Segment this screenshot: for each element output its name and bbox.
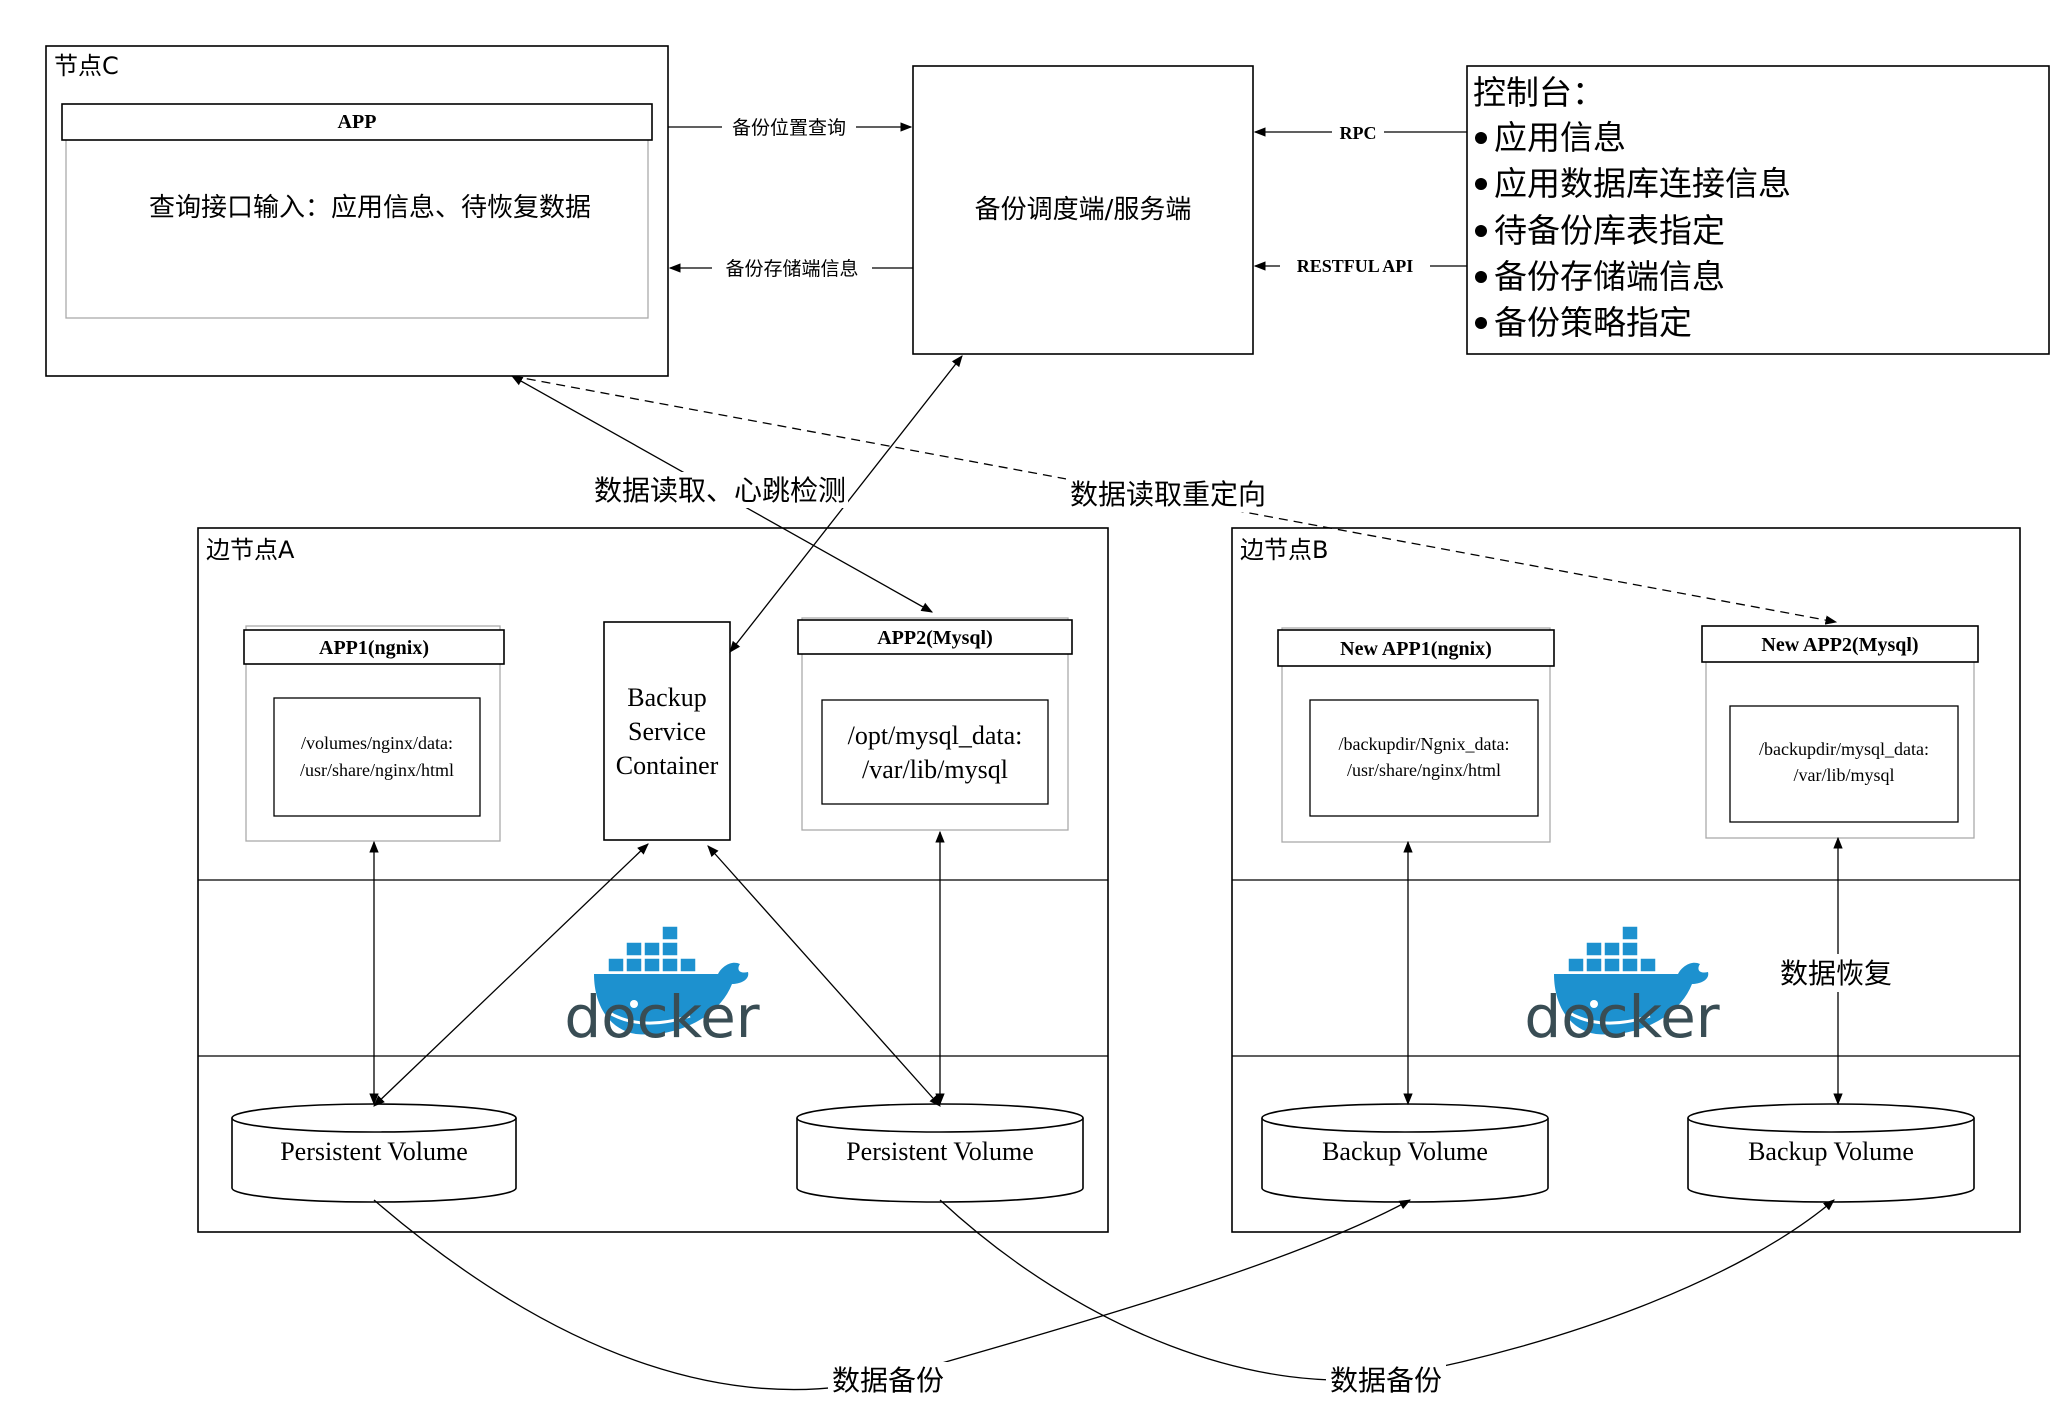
- edge-label-read-redirect: 数据读取重定向: [1070, 478, 1266, 511]
- new-app2-mount-box: [1729, 705, 1959, 823]
- new-app2-header-label: New APP2(Mysql): [1761, 634, 1918, 656]
- node-c-app-header-label: APP: [338, 111, 377, 133]
- edge-label-read-heartbeat: 数据读取、心跳检测: [594, 474, 846, 507]
- volume-cylinder: Backup Volume: [1261, 1103, 1549, 1203]
- console-item: 备份策略指定: [1494, 303, 1692, 342]
- app1-header-label: APP1(ngnix): [319, 637, 429, 659]
- backup-container-line2: Service: [628, 717, 706, 746]
- app2-mount-line2: /var/lib/mysql: [862, 755, 1008, 784]
- edge-label-restful: RESTFUL API: [1297, 256, 1414, 276]
- edge-node-b: 边节点B New APP1(ngnix) /backupdir/Ngnix_da…: [1231, 527, 2021, 1233]
- architecture-diagram: 节点C APP 查询接口输入：应用信息、待恢复数据 备份调度端/服务端 控制台：…: [45, 45, 2050, 1400]
- new-app1-mount-box: [1309, 699, 1539, 817]
- volume-a-left-label: Persistent Volume: [280, 1137, 468, 1166]
- new-app1-mount-line1: /backupdir/Ngnix_data:: [1339, 734, 1510, 754]
- edge-label-data-backup-1: 数据备份: [832, 1364, 944, 1397]
- bullet-icon: [1475, 317, 1487, 329]
- volume-cylinder: Backup Volume: [1687, 1103, 1975, 1203]
- app2-header-label: APP2(Mysql): [877, 627, 993, 649]
- node-c-app-body: 查询接口输入：应用信息、待恢复数据: [149, 193, 591, 223]
- app2-mount-box: [821, 699, 1049, 805]
- volume-cylinder: Persistent Volume: [796, 1103, 1084, 1203]
- node-c: 节点C APP 查询接口输入：应用信息、待恢复数据: [45, 45, 669, 377]
- edge-label-data-restore: 数据恢复: [1780, 957, 1892, 990]
- docker-wordmark: docker: [1524, 983, 1719, 1051]
- console-item: 待备份库表指定: [1494, 211, 1725, 250]
- console-title: 控制台：: [1473, 73, 1605, 112]
- console-item: 应用数据库连接信息: [1494, 164, 1791, 203]
- volume-b-right-label: Backup Volume: [1748, 1137, 1914, 1166]
- edge-node-b-title: 边节点B: [1240, 536, 1328, 564]
- app1-mount-line2: /usr/share/nginx/html: [300, 760, 454, 780]
- new-app1-mount-line2: /usr/share/nginx/html: [1347, 760, 1501, 780]
- volume-cylinder: Persistent Volume: [231, 1103, 517, 1203]
- edge-label-rpc: RPC: [1340, 123, 1377, 143]
- app1-mount-box: [273, 697, 481, 817]
- app2-mount-line1: /opt/mysql_data:: [848, 721, 1023, 750]
- console-item: 备份存储端信息: [1494, 257, 1725, 296]
- edge-node-a-title: 边节点A: [206, 536, 295, 564]
- bullet-icon: [1475, 178, 1487, 190]
- console-node: 控制台： 应用信息 应用数据库连接信息 待备份库表指定 备份存储端信息 备份策略…: [1466, 65, 2050, 355]
- app1-mount-line1: /volumes/nginx/data:: [301, 733, 453, 753]
- volume-a-right-label: Persistent Volume: [846, 1137, 1034, 1166]
- docker-wordmark: docker: [564, 983, 759, 1051]
- edge-node-a: 边节点A APP1(ngnix) /volumes/nginx/data: /u…: [197, 527, 1109, 1233]
- volume-b-left-label: Backup Volume: [1322, 1137, 1488, 1166]
- new-app1-header-label: New APP1(ngnix): [1340, 638, 1492, 660]
- backup-container-line1: Backup: [627, 683, 706, 712]
- bullet-icon: [1475, 132, 1487, 144]
- new-app2-mount-line2: /var/lib/mysql: [1794, 765, 1895, 785]
- new-app2-mount-line1: /backupdir/mysql_data:: [1759, 739, 1929, 759]
- scheduler-label: 备份调度端/服务端: [975, 195, 1192, 225]
- bullet-icon: [1475, 271, 1487, 283]
- backup-container-line3: Container: [616, 751, 719, 780]
- bullet-icon: [1475, 225, 1487, 237]
- scheduler-node: 备份调度端/服务端: [912, 65, 1254, 355]
- edge-label-backup-storage-info: 备份存储端信息: [725, 258, 858, 280]
- edge-label-data-backup-2: 数据备份: [1330, 1364, 1442, 1397]
- console-item: 应用信息: [1494, 118, 1626, 157]
- node-c-title: 节点C: [54, 52, 119, 80]
- edge-label-backup-location-query: 备份位置查询: [732, 117, 846, 139]
